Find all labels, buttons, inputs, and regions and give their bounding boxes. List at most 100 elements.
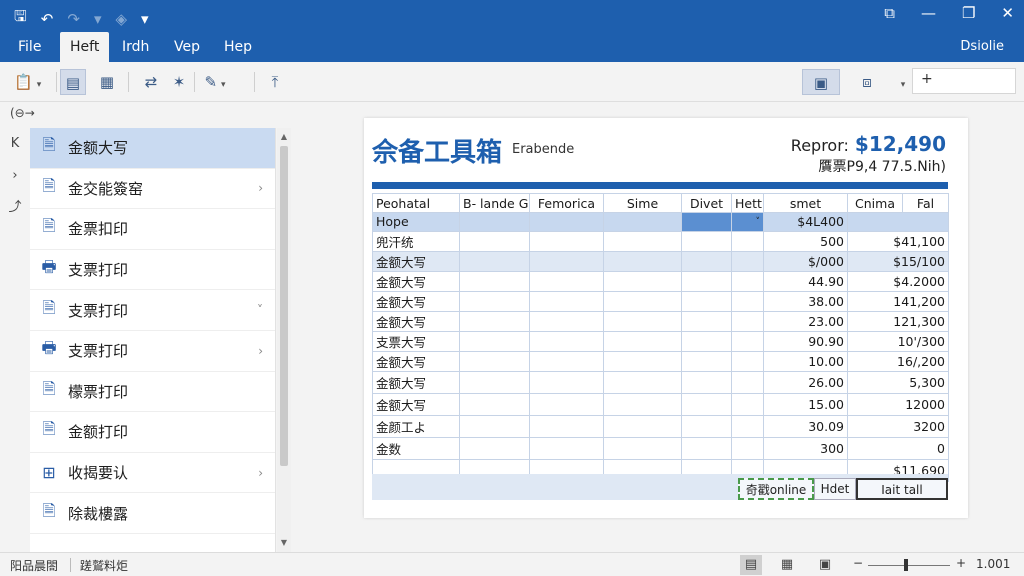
table-cell[interactable] (529, 370, 604, 394)
row-label[interactable]: 金额大写 (372, 370, 460, 394)
amount-cell[interactable]: 26.00 (763, 370, 848, 394)
connect-icon[interactable]: ⇄ (138, 69, 164, 95)
sidebar-item[interactable]: ⊞ 收揭要认 › (30, 453, 275, 494)
table-row[interactable]: 金数 300 0 (372, 436, 949, 460)
amount-cell[interactable]: $4L400 (763, 212, 848, 232)
table-cell[interactable] (681, 270, 732, 292)
menu-hep[interactable]: Hep (214, 32, 262, 62)
close-button[interactable]: ✕ (1001, 4, 1014, 22)
amount-cell[interactable]: 44.90 (763, 270, 848, 292)
table-cell[interactable] (681, 414, 732, 438)
customize-toolbar-icon[interactable]: ▾ (141, 10, 149, 28)
sidebar-item[interactable]: 🖶 支票打印 › (30, 331, 275, 372)
table-cell[interactable] (731, 370, 764, 394)
total-cell[interactable]: 5,300 (847, 370, 949, 394)
table-cell[interactable] (681, 330, 732, 352)
sidebar-item[interactable]: 🗎 金票扣印 (30, 209, 275, 250)
table-cell[interactable] (603, 350, 682, 372)
table-cell[interactable] (529, 310, 604, 332)
table-cell[interactable] (529, 290, 604, 312)
row-label[interactable]: 金额大写 (372, 392, 460, 416)
row-label[interactable]: 金额大写 (372, 350, 460, 372)
column-header[interactable]: Divet (681, 193, 732, 213)
pin-icon[interactable]: K (0, 128, 30, 160)
total-cell[interactable]: 16/,200 (847, 350, 949, 372)
column-header[interactable]: smet (763, 193, 848, 213)
row-label[interactable]: 金额大写 (372, 290, 460, 312)
table-cell[interactable] (603, 270, 682, 292)
total-cell[interactable]: $15/100 (847, 250, 949, 272)
crop-icon[interactable]: ⧈ (854, 69, 880, 95)
column-header[interactable]: Femorica (529, 193, 604, 213)
table-cell[interactable] (681, 212, 732, 232)
chevron-icon[interactable]: ˅ (257, 303, 263, 317)
table-row[interactable]: 金额大写 10.00 16/,200 (372, 350, 949, 372)
table-cell[interactable] (459, 230, 530, 252)
table-cell[interactable] (731, 290, 764, 312)
table-cell[interactable] (459, 250, 530, 272)
table-cell[interactable] (603, 310, 682, 332)
page-view-icon[interactable]: ▤ (60, 69, 86, 95)
table-cell[interactable] (529, 212, 604, 232)
menu-file[interactable]: File (8, 32, 51, 62)
table-cell[interactable] (603, 392, 682, 416)
table-cell[interactable] (603, 414, 682, 438)
menu-irdh[interactable]: Irdh (112, 32, 159, 62)
amount-cell[interactable]: 30.09 (763, 414, 848, 438)
amount-cell[interactable]: 23.00 (763, 310, 848, 332)
normal-view-icon[interactable]: ▤ (740, 555, 762, 575)
total-cell[interactable]: $4.2000 (847, 270, 949, 292)
paste-icon[interactable]: 📋 ▾ (14, 69, 41, 95)
table-cell[interactable] (529, 250, 604, 272)
row-label[interactable]: 金颜工よ (372, 414, 460, 438)
zoom-in-button[interactable]: + (956, 556, 966, 570)
table-cell[interactable] (681, 350, 732, 372)
brush-icon[interactable]: ◈ (115, 10, 127, 28)
sidebar-item[interactable]: 🗎 支票打印 ˅ (30, 290, 275, 331)
table-cell[interactable] (529, 270, 604, 292)
table-cell[interactable] (731, 350, 764, 372)
table-cell[interactable] (459, 370, 530, 394)
table-cell[interactable] (731, 270, 764, 292)
column-header[interactable]: Fal (902, 193, 949, 213)
table-row[interactable]: 支票大写 90.90 10'/300 (372, 330, 949, 352)
table-cell[interactable] (731, 414, 764, 438)
redo-dropdown-icon[interactable]: ▾ (94, 10, 102, 28)
row-label[interactable]: 金额大写 (372, 250, 460, 272)
row-label[interactable]: 支票大写 (372, 330, 460, 352)
zoom-out-button[interactable]: − (853, 556, 863, 570)
zoom-slider[interactable] (868, 565, 950, 566)
table-cell[interactable] (459, 330, 530, 352)
pointer-icon[interactable]: ⤒ (262, 69, 288, 95)
table-row[interactable]: 金额大写 15.00 12000 (372, 392, 949, 416)
table-cell[interactable] (529, 330, 604, 352)
table-cell[interactable] (529, 350, 604, 372)
column-header[interactable]: B- lande Grafe (459, 193, 530, 213)
table-cell[interactable] (459, 350, 530, 372)
table-cell[interactable] (529, 414, 604, 438)
row-label[interactable]: Hope (372, 212, 460, 232)
column-header[interactable]: Cnima (847, 193, 903, 213)
sidebar-item[interactable]: 🗎 金额大写 (30, 128, 275, 169)
image-icon[interactable]: ▣ (802, 69, 840, 95)
table-cell[interactable] (603, 290, 682, 312)
table-cell[interactable] (681, 392, 732, 416)
sidebar-item[interactable]: 🗎 除裁樓露 (30, 493, 275, 534)
table-cell[interactable] (681, 230, 732, 252)
total-cell[interactable]: 121,300 (847, 310, 949, 332)
zoom-slider-thumb[interactable] (904, 559, 908, 571)
format-icon[interactable]: ✎ ▾ (202, 69, 228, 95)
table-cell[interactable] (731, 230, 764, 252)
scroll-thumb[interactable] (280, 146, 288, 466)
layout-view-icon[interactable]: ▦ (776, 555, 798, 575)
chevron-icon[interactable]: › (258, 344, 263, 358)
table-cell[interactable] (731, 436, 764, 460)
sidebar-item[interactable]: 🗎 金额打印 (30, 412, 275, 453)
user-name[interactable]: Dsiolie (960, 32, 1004, 62)
table-cell[interactable] (603, 212, 682, 232)
table-cell[interactable] (681, 290, 732, 312)
menu-heft[interactable]: Heft (60, 32, 110, 62)
scroll-up-icon[interactable]: ▲ (277, 130, 291, 144)
table-row[interactable]: 金颜工よ 30.09 3200 (372, 414, 949, 438)
table-row[interactable]: 金额大写 38.00 141,200 (372, 290, 949, 312)
